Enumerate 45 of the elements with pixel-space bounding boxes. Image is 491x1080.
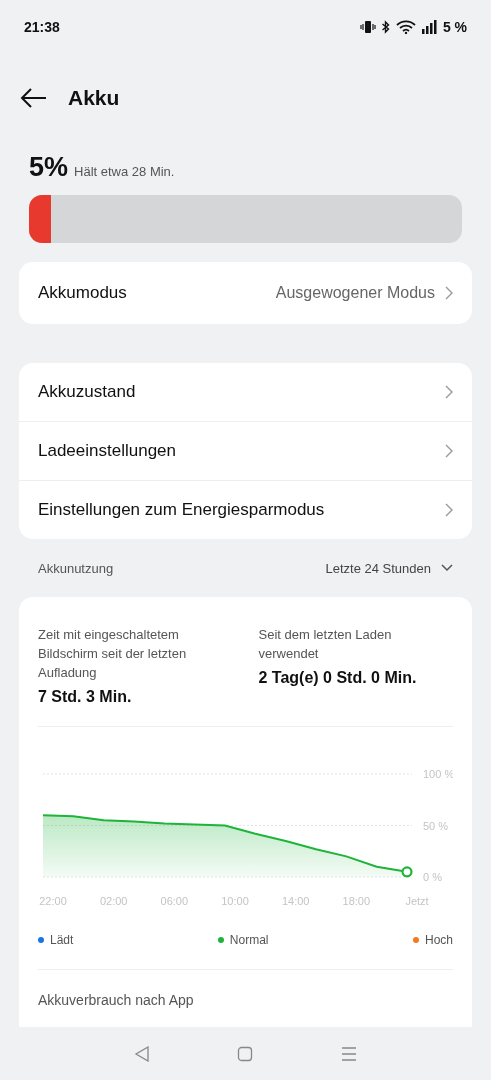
settings-row[interactable]: Einstellungen zum Energiesparmodus: [19, 480, 472, 539]
row-value: Ausgewogener Modus: [275, 284, 435, 302]
settings-row[interactable]: Ladeeinstellungen: [19, 421, 472, 480]
chevron-icon: [445, 385, 453, 399]
stat-value: 2 Tag(e) 0 Std. 0 Min.: [258, 669, 418, 687]
x-axis-label: 14:00: [281, 895, 310, 907]
caret-icon: [441, 564, 453, 572]
row-label: Akkuzustand: [38, 382, 137, 402]
status-time: 21:38: [24, 19, 60, 35]
row-label: Akkumodus: [38, 283, 128, 303]
chevron-icon: [445, 503, 453, 517]
x-axis-label: 06:00: [160, 895, 189, 907]
bluetooth-icon: [380, 20, 391, 34]
y-axis-label: 50 %: [423, 819, 449, 832]
battery-mode-row[interactable]: Akkumodus Ausgewogener Modus: [19, 262, 472, 324]
battery-percent: 5 %: [442, 19, 467, 35]
current-point-marker: [401, 866, 413, 878]
row-label: Einstellungen zum Energiesparmodus: [38, 500, 326, 520]
signal-icon: [420, 20, 437, 34]
x-axis-label: Jetzt: [405, 895, 429, 907]
home-icon[interactable]: [237, 1045, 254, 1062]
page-title: Akku: [68, 86, 120, 110]
wifi-icon: [395, 20, 416, 34]
back-icon[interactable]: [20, 88, 48, 108]
stat-value: 7 Std. 3 Min.: [38, 688, 133, 706]
x-axis-label: 22:00: [39, 895, 67, 907]
x-axis-label: 18:00: [342, 895, 371, 907]
section-title: Akkunutzung: [38, 560, 114, 576]
menu-icon[interactable]: [341, 1045, 358, 1062]
range-dropdown[interactable]: Letzte 24 Stunden: [325, 560, 453, 576]
legend-label: Normal: [229, 933, 269, 947]
vibrate-icon: [359, 20, 376, 34]
legend-label: Hoch: [424, 933, 453, 947]
legend-label: Lädt: [50, 933, 74, 947]
stat-label: Zeit mit eingeschaltetem Bildschirm seit der letzten Aufladung: [38, 626, 188, 682]
battery-level-text: 5%: [29, 152, 69, 183]
x-axis-label: 10:00: [221, 895, 249, 907]
row-label: Ladeeinstellungen: [38, 441, 177, 461]
section-title: Akkuverbrauch nach App: [38, 992, 195, 1008]
settings-row[interactable]: Akkuzustand: [19, 363, 472, 421]
battery-estimate: Hält etwa 28 Min.: [74, 164, 175, 179]
stat-label: Seit dem letzten Laden verwendet: [258, 626, 393, 663]
chevron-icon: [445, 444, 453, 458]
chevron-icon: [445, 286, 453, 300]
y-axis-label: 100 %: [423, 768, 453, 780]
